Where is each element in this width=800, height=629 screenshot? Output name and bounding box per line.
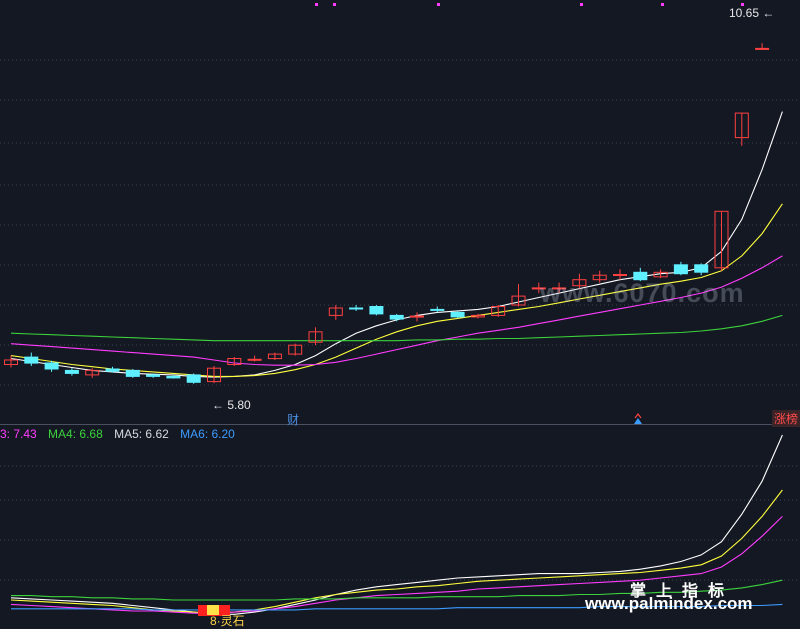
candles <box>4 43 770 384</box>
legend-ma4: MA4: 6.68 <box>48 427 103 441</box>
watermark-url-6070: www.6070.com <box>540 278 745 308</box>
candle-body-21 <box>430 308 445 311</box>
candle-body-12 <box>247 358 262 361</box>
top-marker-2 <box>437 3 440 6</box>
high-price-label: 10.65 ← <box>729 6 775 20</box>
low-price-label: ← 5.80 <box>212 398 251 412</box>
top-marker-1 <box>333 3 336 6</box>
ma-legend: 3: 7.43 MA4: 6.68 MA5: 6.62 MA6: 6.20 <box>0 426 243 442</box>
signal-tag: 8·灵石 <box>210 614 245 628</box>
legend-ma6: MA6: 6.20 <box>180 427 235 441</box>
chart-annotations <box>198 413 642 616</box>
watermark-url-palmindex: www.palmindex.com <box>585 594 753 613</box>
red-chevron-icon <box>634 413 642 419</box>
blue-up-arrow-icon <box>634 418 642 424</box>
candle-body-7 <box>146 374 161 377</box>
candle-body-30 <box>613 274 627 276</box>
candle-body-5 <box>105 368 120 372</box>
candle-body-33 <box>673 264 688 275</box>
candle-body-34 <box>694 264 709 273</box>
stock-chart[interactable] <box>0 0 800 629</box>
candle-body-20 <box>410 315 424 318</box>
candle-body-8 <box>166 375 181 379</box>
candle-body-3 <box>64 369 79 374</box>
ma-lines <box>10 111 783 378</box>
legend-ma3: 3: 7.43 <box>0 427 37 441</box>
candle-body-22 <box>450 311 465 318</box>
candle-body-6 <box>125 369 140 377</box>
top-marker-0 <box>315 3 318 6</box>
top-marker-3 <box>580 3 583 6</box>
candle-body-17 <box>349 307 364 310</box>
top-marker-4 <box>661 3 664 6</box>
marker-dots <box>315 3 744 6</box>
grid-lines <box>0 59 800 581</box>
candle-body-19 <box>389 314 404 320</box>
candle-body-9 <box>186 374 201 383</box>
candle-body-18 <box>369 306 384 315</box>
candle-body-37 <box>755 47 770 50</box>
legend-ma5: MA5: 6.62 <box>114 427 169 441</box>
candle-body-2 <box>44 362 59 370</box>
finance-tag[interactable]: 财 <box>287 411 299 428</box>
gainers-tag[interactable]: 涨榜 <box>772 410 800 427</box>
candle-body-1 <box>24 356 39 364</box>
